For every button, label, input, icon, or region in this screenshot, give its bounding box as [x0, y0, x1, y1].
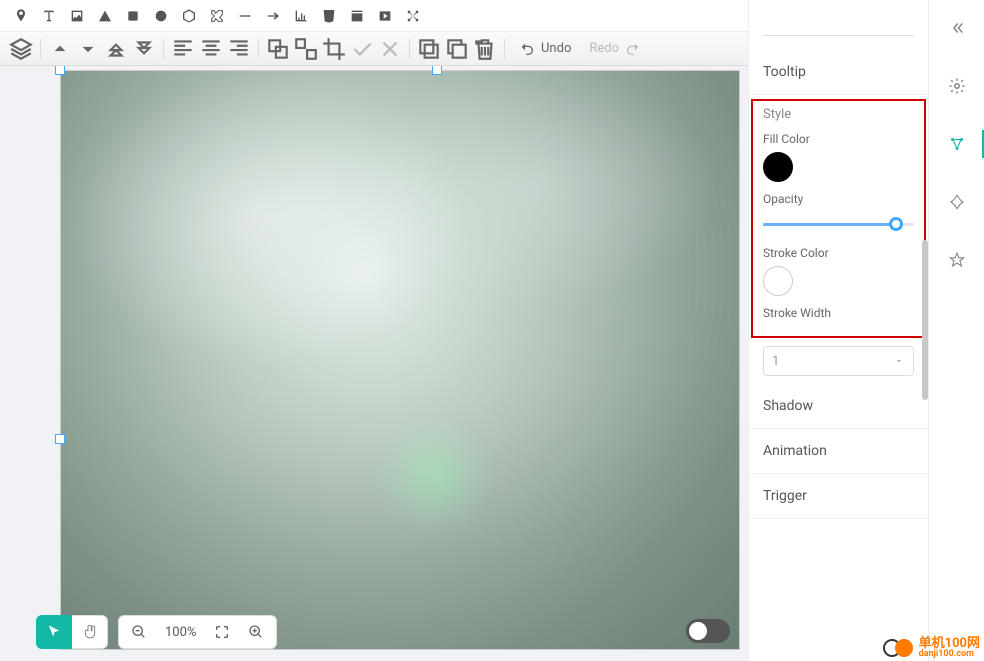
- align-right-icon[interactable]: [226, 36, 252, 62]
- bring-front-icon[interactable]: [103, 36, 129, 62]
- ungroup-icon[interactable]: [293, 36, 319, 62]
- marker-icon[interactable]: [8, 3, 34, 29]
- select-mode-button[interactable]: [36, 615, 72, 649]
- polygon-icon[interactable]: [204, 3, 230, 29]
- crop-icon[interactable]: [321, 36, 347, 62]
- zoom-level: 100%: [159, 625, 202, 640]
- delete-icon[interactable]: [472, 36, 498, 62]
- stroke-width-input[interactable]: 1: [763, 346, 914, 376]
- chevron-down-icon: [893, 355, 905, 367]
- text-icon[interactable]: [36, 3, 62, 29]
- pan-mode-button[interactable]: [72, 615, 108, 649]
- style-section: Style Fill Color Opacity Stroke Color St…: [751, 99, 926, 338]
- style-section-title: Style: [763, 107, 914, 122]
- align-left-icon[interactable]: [170, 36, 196, 62]
- star-tab-icon[interactable]: [939, 242, 975, 278]
- shadow-section-header[interactable]: Shadow: [749, 384, 928, 429]
- align-center-icon[interactable]: [198, 36, 224, 62]
- preview-toggle[interactable]: [686, 619, 730, 643]
- send-back-icon[interactable]: [131, 36, 157, 62]
- opacity-slider[interactable]: [763, 212, 914, 236]
- trigger-section-header[interactable]: Trigger: [749, 474, 928, 519]
- panel-icon[interactable]: [344, 3, 370, 29]
- stroke-color-swatch[interactable]: [763, 266, 793, 296]
- watermark: 单机100网 danji100.com: [883, 637, 980, 659]
- opacity-label: Opacity: [763, 192, 914, 206]
- selection-handle[interactable]: [55, 434, 65, 444]
- watermark-icon: [883, 639, 913, 657]
- line-icon[interactable]: [232, 3, 258, 29]
- triangle-icon[interactable]: [92, 3, 118, 29]
- right-tab-strip: [928, 0, 984, 661]
- stroke-color-label: Stroke Color: [763, 246, 914, 260]
- fill-color-label: Fill Color: [763, 132, 914, 146]
- html-icon[interactable]: [316, 3, 342, 29]
- redo-label: Redo: [589, 41, 619, 56]
- group-icon[interactable]: [265, 36, 291, 62]
- cube-icon[interactable]: [176, 3, 202, 29]
- video-icon[interactable]: [372, 3, 398, 29]
- selection-handle[interactable]: [55, 66, 65, 75]
- bring-forward-icon[interactable]: [47, 36, 73, 62]
- url-input[interactable]: [763, 8, 914, 36]
- canvas-image[interactable]: [60, 70, 740, 650]
- circle-icon[interactable]: [148, 3, 174, 29]
- settings-tab-icon[interactable]: [939, 68, 975, 104]
- send-backward-icon[interactable]: [75, 36, 101, 62]
- confirm-icon[interactable]: [349, 36, 375, 62]
- properties-panel: Tooltip Style Fill Color Opacity Stroke …: [748, 0, 928, 661]
- clone-icon[interactable]: [416, 36, 442, 62]
- arrow-icon[interactable]: [260, 3, 286, 29]
- tooltip-section-header[interactable]: Tooltip: [749, 50, 928, 95]
- selection-handle[interactable]: [432, 66, 442, 75]
- copy-icon[interactable]: [444, 36, 470, 62]
- branch-tab-icon[interactable]: [939, 184, 975, 220]
- animation-section-header[interactable]: Animation: [749, 429, 928, 474]
- cancel-icon[interactable]: [377, 36, 403, 62]
- fill-color-swatch[interactable]: [763, 152, 793, 182]
- expand-icon[interactable]: [939, 10, 975, 46]
- node-settings-tab-icon[interactable]: [939, 126, 975, 162]
- canvas-area[interactable]: 100%: [0, 66, 748, 661]
- stroke-width-label: Stroke Width: [763, 306, 914, 320]
- fit-screen-button[interactable]: [208, 618, 236, 646]
- chart-icon[interactable]: [288, 3, 314, 29]
- zoom-out-button[interactable]: [125, 618, 153, 646]
- layers-icon[interactable]: [8, 36, 34, 62]
- zoom-in-button[interactable]: [242, 618, 270, 646]
- undo-button[interactable]: Undo: [511, 41, 579, 57]
- redo-button: Redo: [581, 41, 649, 57]
- image-icon[interactable]: [64, 3, 90, 29]
- undo-label: Undo: [541, 41, 571, 56]
- nodes-icon[interactable]: [400, 3, 426, 29]
- square-icon[interactable]: [120, 3, 146, 29]
